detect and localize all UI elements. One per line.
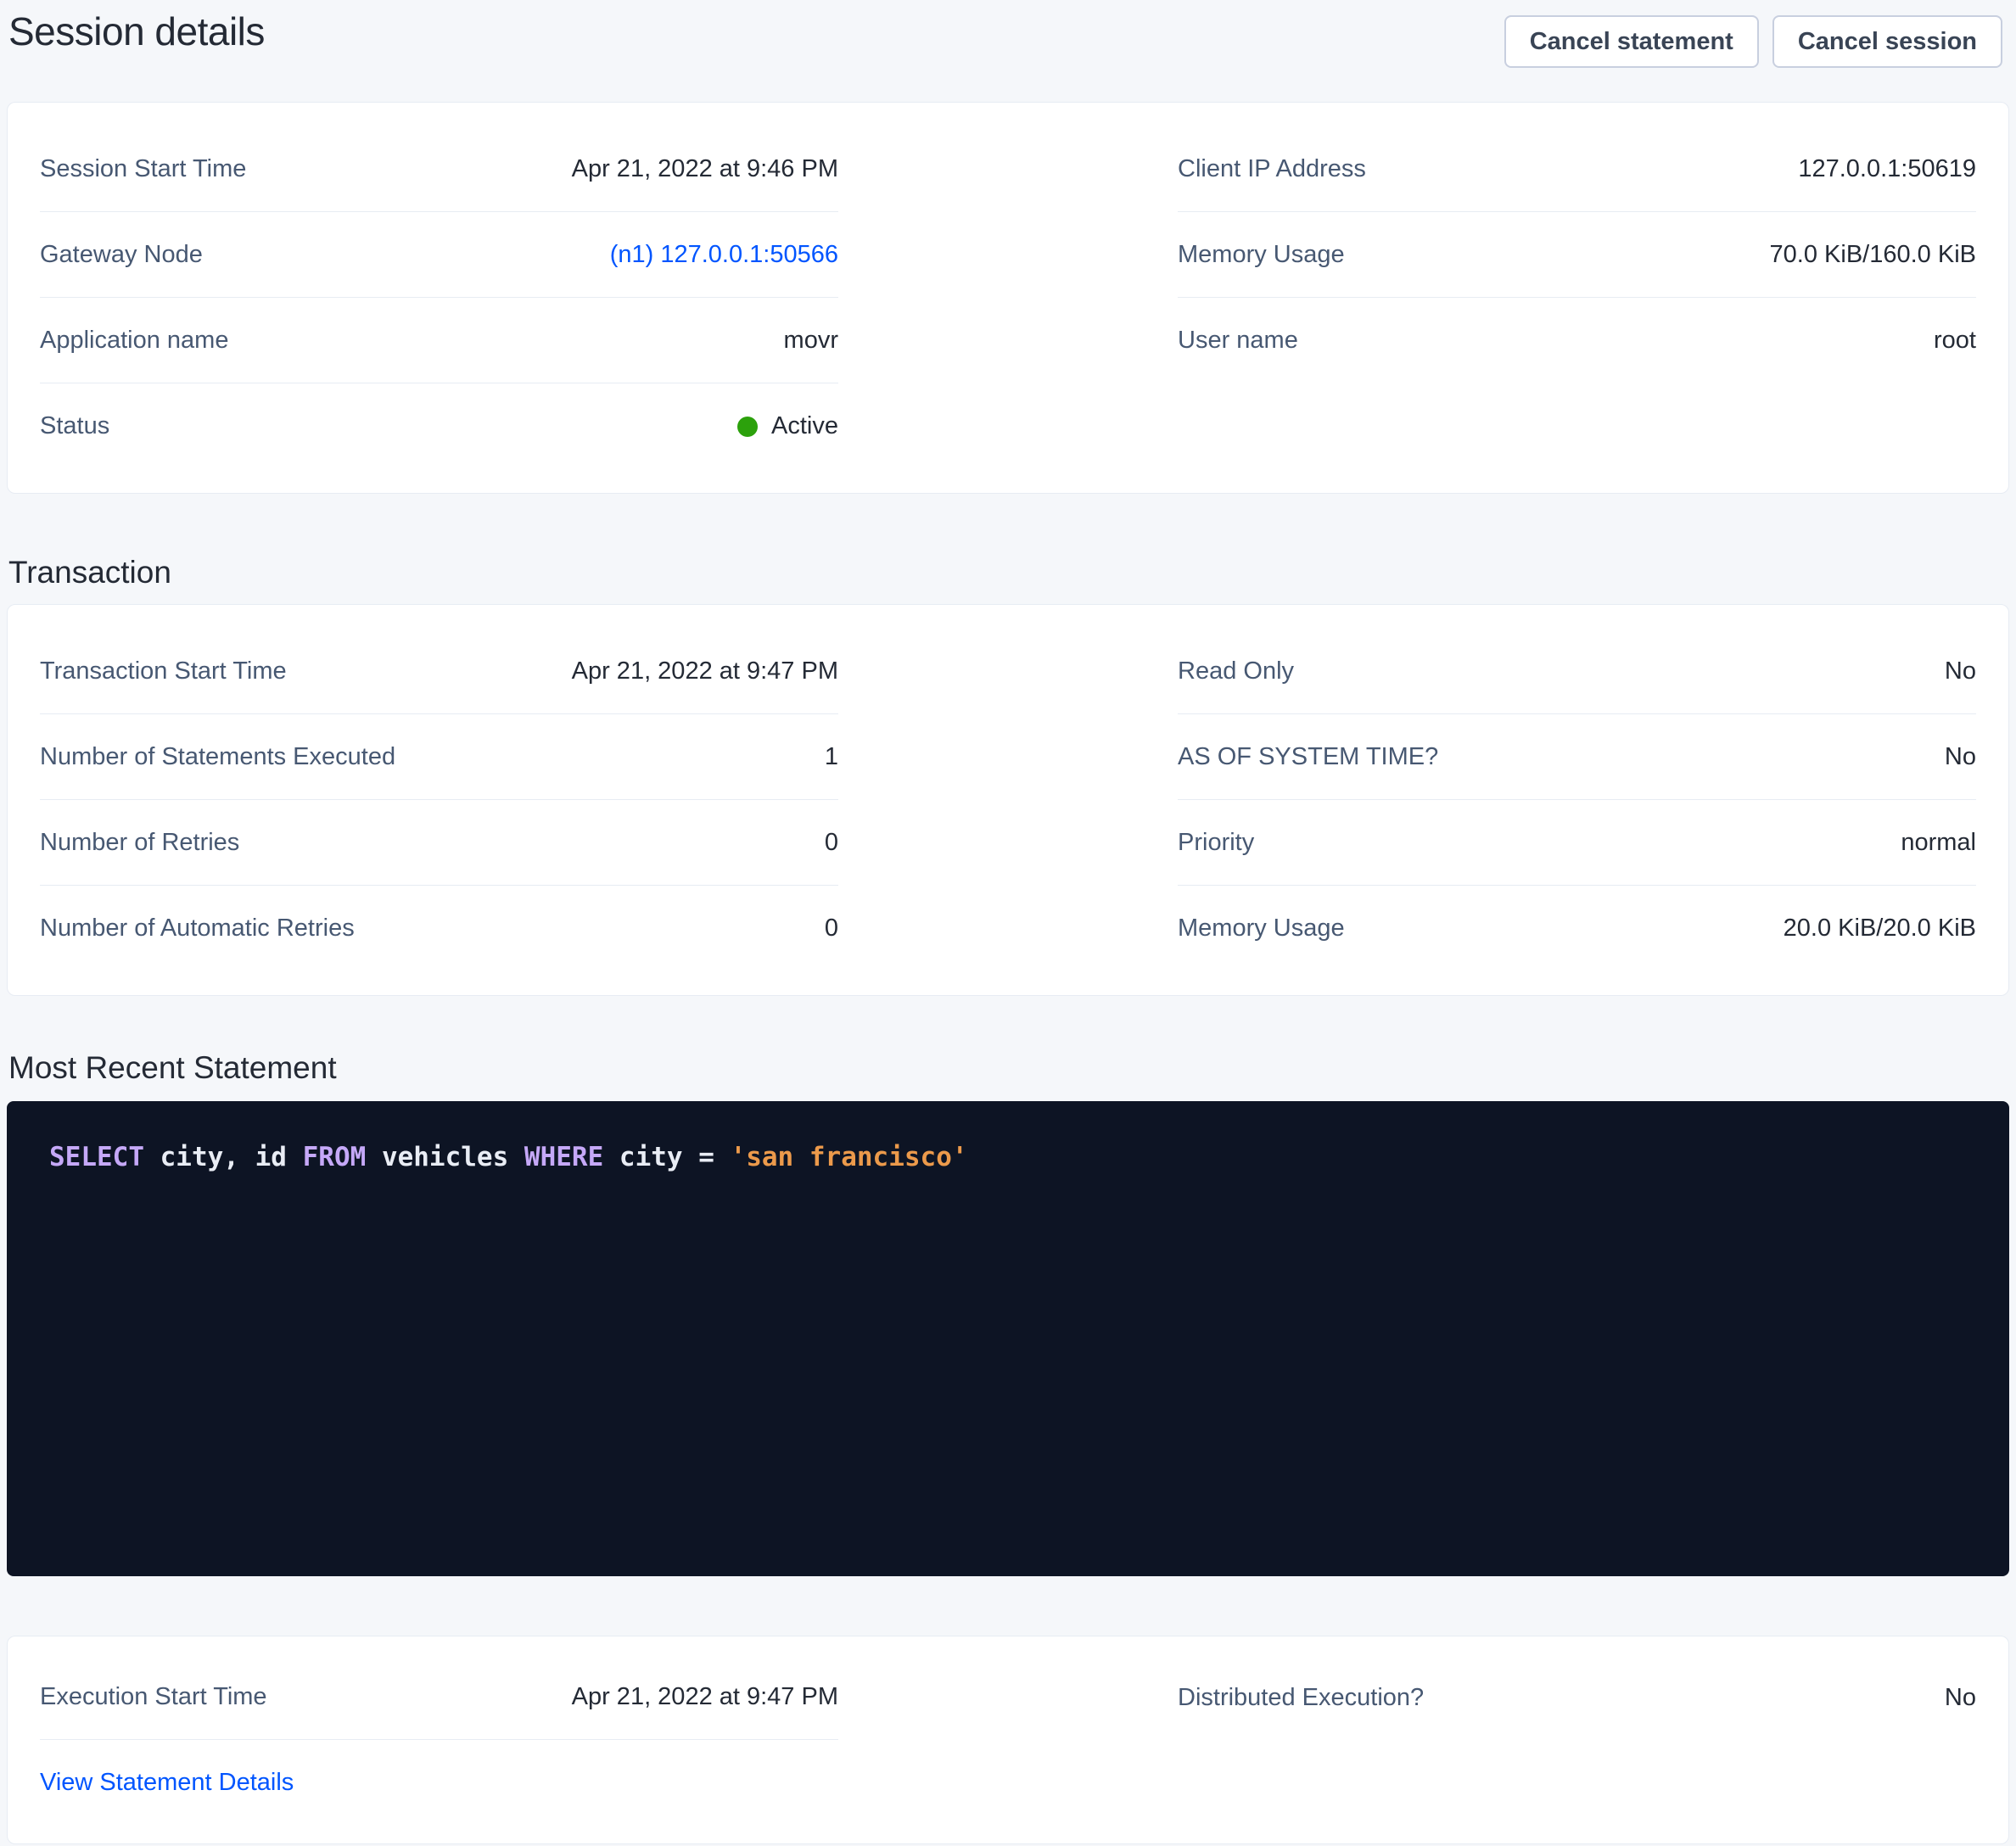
execution-summary-card: Execution Start Time Apr 21, 2022 at 9:4… — [7, 1636, 2009, 1844]
session-summary-card: Session Start Time Apr 21, 2022 at 9:46 … — [7, 102, 2009, 494]
user-name-row: User name root — [1178, 298, 1976, 383]
row-value: 0 — [825, 915, 838, 943]
transaction-summary-card: Transaction Start Time Apr 21, 2022 at 9… — [7, 604, 2009, 996]
statement-section-heading: Most Recent Statement — [8, 1050, 2016, 1086]
sql-text: city, id — [144, 1142, 303, 1172]
transaction-card-right-column: Read Only No AS OF SYSTEM TIME? No Prior… — [1178, 629, 1976, 971]
row-value: 70.0 KiB/160.0 KiB — [1770, 241, 1976, 269]
view-statement-details-link[interactable]: View Statement Details — [40, 1769, 294, 1797]
sql-string-literal: 'san francisco' — [731, 1142, 968, 1172]
row-value: 0 — [825, 829, 838, 857]
row-label: Number of Statements Executed — [40, 743, 395, 771]
row-label: Priority — [1178, 829, 1254, 857]
page-header: Session details Cancel statement Cancel … — [0, 0, 2016, 68]
transaction-start-time-row: Transaction Start Time Apr 21, 2022 at 9… — [40, 629, 838, 714]
row-value: normal — [1901, 829, 1976, 857]
execution-start-time-row: Execution Start Time Apr 21, 2022 at 9:4… — [40, 1655, 838, 1740]
as-of-system-time-row: AS OF SYSTEM TIME? No — [1178, 714, 1976, 800]
row-value: Apr 21, 2022 at 9:46 PM — [572, 155, 838, 183]
row-value: Apr 21, 2022 at 9:47 PM — [572, 657, 838, 685]
application-name-row: Application name movr — [40, 298, 838, 383]
row-value: 20.0 KiB/20.0 KiB — [1784, 915, 1976, 943]
row-value: No — [1945, 1684, 1976, 1712]
row-label: Execution Start Time — [40, 1683, 267, 1711]
row-value: 127.0.0.1:50619 — [1798, 155, 1976, 183]
status-row: Status Active — [40, 383, 838, 469]
row-label: Session Start Time — [40, 155, 246, 183]
status-active-dot-icon — [737, 417, 758, 437]
row-label: Number of Retries — [40, 829, 239, 857]
status-text: Active — [771, 412, 838, 440]
row-label: AS OF SYSTEM TIME? — [1178, 743, 1438, 771]
row-value: No — [1945, 657, 1976, 685]
header-buttons: Cancel statement Cancel session — [1504, 15, 2002, 68]
row-label: Memory Usage — [1178, 915, 1345, 943]
status-badge: Active — [737, 412, 838, 440]
row-value: Apr 21, 2022 at 9:47 PM — [572, 1683, 838, 1711]
session-card-right-column: Client IP Address 127.0.0.1:50619 Memory… — [1178, 126, 1976, 383]
session-card-left-column: Session Start Time Apr 21, 2022 at 9:46 … — [40, 126, 838, 469]
client-ip-row: Client IP Address 127.0.0.1:50619 — [1178, 126, 1976, 212]
session-start-time-row: Session Start Time Apr 21, 2022 at 9:46 … — [40, 126, 838, 212]
transaction-memory-usage-row: Memory Usage 20.0 KiB/20.0 KiB — [1178, 886, 1976, 971]
execution-card-left-column: Execution Start Time Apr 21, 2022 at 9:4… — [40, 1655, 838, 1825]
transaction-section-heading: Transaction — [8, 555, 2016, 590]
gateway-node-link[interactable]: (n1) 127.0.0.1:50566 — [610, 241, 838, 269]
page-title: Session details — [8, 8, 265, 54]
cancel-statement-button[interactable]: Cancel statement — [1504, 15, 1759, 68]
sql-text: vehicles — [366, 1142, 524, 1172]
sql-keyword: WHERE — [524, 1142, 603, 1172]
cancel-session-button[interactable]: Cancel session — [1772, 15, 2002, 68]
execution-card-right-column: Distributed Execution? No — [1178, 1655, 1976, 1740]
sql-keyword: FROM — [303, 1142, 367, 1172]
gateway-node-row: Gateway Node (n1) 127.0.0.1:50566 — [40, 212, 838, 298]
row-value: root — [1934, 327, 1976, 355]
row-label: Status — [40, 412, 109, 440]
row-label: Transaction Start Time — [40, 657, 287, 685]
sql-statement-box: SELECT city, id FROM vehicles WHERE city… — [7, 1101, 2009, 1576]
row-value: movr — [784, 327, 838, 355]
read-only-row: Read Only No — [1178, 629, 1976, 714]
view-statement-details-row: View Statement Details — [40, 1740, 838, 1825]
row-value: No — [1945, 743, 1976, 771]
sql-text: city = — [603, 1142, 730, 1172]
row-label: Memory Usage — [1178, 241, 1345, 269]
retries-row: Number of Retries 0 — [40, 800, 838, 886]
row-label: Application name — [40, 327, 228, 355]
row-label: Client IP Address — [1178, 155, 1366, 183]
memory-usage-row: Memory Usage 70.0 KiB/160.0 KiB — [1178, 212, 1976, 298]
transaction-card-left-column: Transaction Start Time Apr 21, 2022 at 9… — [40, 629, 838, 971]
row-label: Number of Automatic Retries — [40, 915, 355, 943]
row-label: Distributed Execution? — [1178, 1684, 1424, 1712]
row-label: Gateway Node — [40, 241, 203, 269]
priority-row: Priority normal — [1178, 800, 1976, 886]
automatic-retries-row: Number of Automatic Retries 0 — [40, 886, 838, 971]
row-label: User name — [1178, 327, 1298, 355]
row-label: Read Only — [1178, 657, 1294, 685]
distributed-execution-row: Distributed Execution? No — [1178, 1655, 1976, 1740]
statements-executed-row: Number of Statements Executed 1 — [40, 714, 838, 800]
sql-keyword: SELECT — [49, 1142, 144, 1172]
row-value: 1 — [825, 743, 838, 771]
